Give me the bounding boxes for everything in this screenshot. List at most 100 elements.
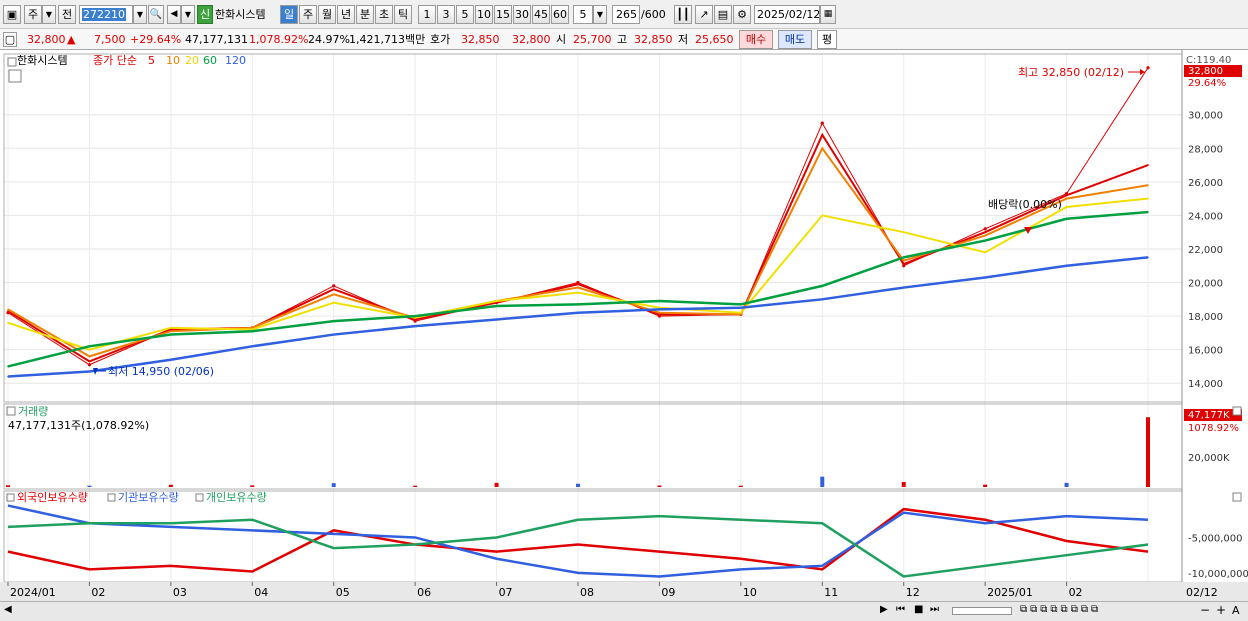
search-icon[interactable]: 🔍 xyxy=(148,5,164,24)
period-button-4[interactable]: 분 xyxy=(356,5,374,24)
series-5-point xyxy=(170,358,172,361)
volume-pct-tag: 1078.92% xyxy=(1188,423,1239,434)
series-0-point xyxy=(983,227,987,231)
nav-prev-button[interactable]: 전 xyxy=(58,5,76,24)
series-2-point xyxy=(1065,197,1068,200)
period-button-1[interactable]: 주 xyxy=(299,5,317,24)
scroll-thumb[interactable] xyxy=(952,607,1012,615)
series-3-point xyxy=(7,322,9,324)
volume-bar xyxy=(168,484,173,487)
buy-button[interactable]: 매수 xyxy=(739,30,773,49)
series-5-point xyxy=(332,333,335,336)
gear-icon[interactable]: ⚙ xyxy=(733,5,751,24)
x-axis-last: 02/12 xyxy=(1186,586,1218,599)
legend-toggle-icon[interactable] xyxy=(7,57,17,67)
quote-toggle-icon[interactable]: ▢ xyxy=(3,32,17,47)
draw-tool-icon[interactable]: ↗ xyxy=(695,5,713,24)
period-button-3[interactable]: 년 xyxy=(337,5,355,24)
legend-individual: 개인보유수량 xyxy=(206,491,267,504)
view-mode-icons[interactable]: ⧉⧉⧉⧉⧉⧉⧉⧉ xyxy=(1020,604,1101,615)
series-5-point xyxy=(1147,256,1149,259)
chevron-down-icon[interactable]: ▼ xyxy=(42,5,56,24)
interval-button-1[interactable]: 3 xyxy=(437,5,455,24)
volume-title: 거래량 xyxy=(18,405,48,418)
zoom-in-icon[interactable]: + xyxy=(1216,603,1226,617)
scroll-left-icon[interactable]: ◀ xyxy=(4,604,12,615)
series-2-point xyxy=(1147,184,1149,187)
table-icon[interactable] xyxy=(8,69,22,83)
count-input[interactable]: 265 xyxy=(612,5,640,24)
interval-button-3[interactable]: 10 xyxy=(475,5,493,24)
volume-bar xyxy=(1064,482,1069,487)
series-1-point xyxy=(577,283,579,286)
close-icon[interactable] xyxy=(1232,406,1242,416)
first-page-icon[interactable]: ⏮ xyxy=(896,604,905,615)
trade-amount: 1,421,713백만 xyxy=(349,33,426,46)
volume-bar xyxy=(820,476,825,487)
series-2-point xyxy=(7,308,9,311)
close-icon-2[interactable] xyxy=(1232,492,1242,502)
auto-scale-icon[interactable]: A xyxy=(1232,604,1240,617)
series-5-point xyxy=(902,286,905,289)
period-button-6[interactable]: 틱 xyxy=(394,5,412,24)
count-max: /600 xyxy=(640,5,670,24)
volume-bar xyxy=(87,485,92,487)
speaker-icon[interactable]: ◀ xyxy=(167,5,181,24)
series-4-point xyxy=(88,345,91,348)
series-4-point xyxy=(658,300,661,302)
period-type-select[interactable]: 주 xyxy=(24,5,42,24)
zoom-out-icon[interactable]: − xyxy=(1200,603,1210,617)
period-button-5[interactable]: 초 xyxy=(375,5,393,24)
dividend-annotation: 배당락(0.00%) xyxy=(988,198,1062,211)
holding-toggle-icon-2[interactable] xyxy=(107,493,116,502)
stop-icon[interactable]: ■ xyxy=(914,604,923,615)
toolbar: ▣ 주 ▼ 전 272210 ▼ 🔍 ◀ ▼ 신 한화시스템 5 ▼ 265 /… xyxy=(0,0,1248,29)
bid-price: 32,800 xyxy=(512,33,551,46)
xtick-label: 04 xyxy=(254,586,268,599)
interval-button-7[interactable]: 60 xyxy=(551,5,569,24)
period-button-2[interactable]: 월 xyxy=(318,5,336,24)
calendar-icon[interactable]: ▦ xyxy=(820,5,836,24)
sell-button[interactable]: 매도 xyxy=(778,30,812,49)
series-1-point xyxy=(658,313,661,316)
holding-toggle-icon-3[interactable] xyxy=(195,493,204,502)
volume-panel-frame xyxy=(3,403,1183,490)
interval-button-2[interactable]: 5 xyxy=(456,5,474,24)
series-3-point xyxy=(88,348,91,351)
layout-icon[interactable]: ▣ xyxy=(3,5,21,24)
volume-bar xyxy=(1146,417,1150,487)
stock-code-input[interactable]: 272210 xyxy=(79,5,133,24)
xtick-label: 09 xyxy=(661,586,675,599)
ytick-label: 20,000 xyxy=(1188,279,1223,290)
high-price: 32,850 xyxy=(634,33,673,46)
series-5-point xyxy=(495,318,498,321)
save-icon[interactable]: ▤ xyxy=(714,5,732,24)
candle-type-icon[interactable]: ┃┃ xyxy=(674,5,692,24)
series-1-point xyxy=(902,263,905,265)
scroll-bar[interactable]: ◀ ▶ ⏮ ■ ⏭ ⧉⧉⧉⧉⧉⧉⧉⧉ − + A xyxy=(0,601,1248,621)
interval-dropdown-icon[interactable]: ▼ xyxy=(593,5,607,24)
interval-button-6[interactable]: 45 xyxy=(532,5,550,24)
code-dropdown-icon[interactable]: ▼ xyxy=(133,5,147,24)
interval-button-5[interactable]: 30 xyxy=(513,5,531,24)
legend-ma-20: 20 xyxy=(185,54,199,67)
legend-ma-60: 60 xyxy=(203,54,217,67)
series-1-point xyxy=(88,360,91,363)
last-page-icon[interactable]: ⏭ xyxy=(930,604,939,615)
interval-button-4[interactable]: 15 xyxy=(494,5,512,24)
xtick-label: 02 xyxy=(1069,586,1083,599)
period-button-0[interactable]: 일 xyxy=(280,5,298,24)
legend-ma-120: 120 xyxy=(225,54,246,67)
interval-button-0[interactable]: 1 xyxy=(418,5,436,24)
series-1-point xyxy=(821,134,824,136)
speaker-dropdown-icon[interactable]: ▼ xyxy=(181,5,195,24)
average-button[interactable]: 평 xyxy=(817,30,837,49)
xtick-label: 03 xyxy=(173,586,187,599)
volume-value-label: 47,177,131주(1,078.92%) xyxy=(8,419,149,432)
series-4-point xyxy=(821,285,824,287)
scroll-right-icon[interactable]: ▶ xyxy=(880,604,888,615)
date-input[interactable]: 2025/02/12 xyxy=(754,5,820,24)
open-label: 시 xyxy=(556,33,567,46)
interval-input[interactable]: 5 xyxy=(573,5,593,24)
series-2-point xyxy=(88,355,91,358)
